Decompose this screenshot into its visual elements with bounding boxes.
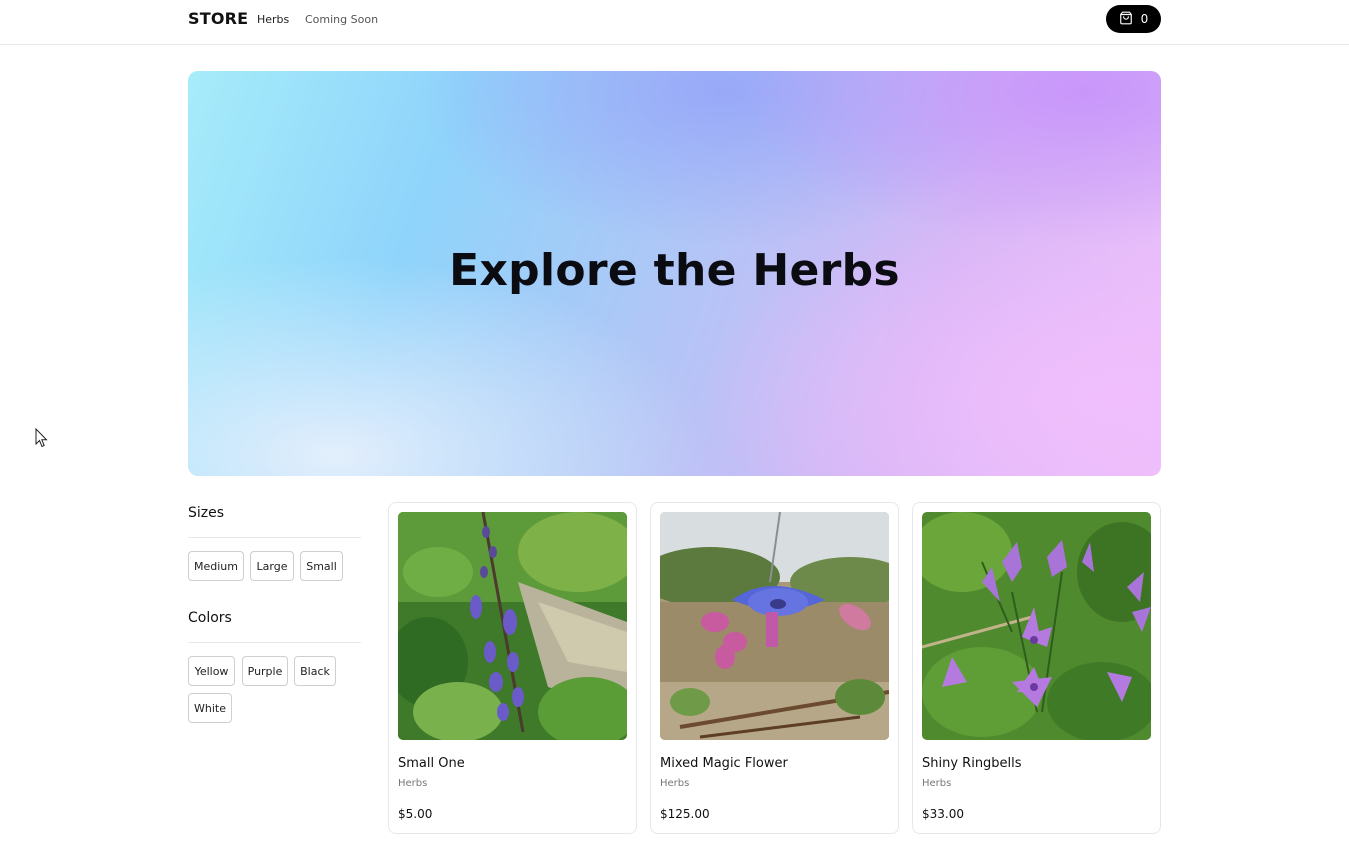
cart-button[interactable]: 0 (1106, 5, 1161, 33)
product-name[interactable]: Mixed Magic Flower (660, 756, 788, 771)
top-navbar: STORE Herbs Coming Soon 0 (0, 0, 1349, 45)
color-chip-black[interactable]: Black (294, 656, 336, 686)
colors-filter-title: Colors (188, 610, 232, 626)
product-price: $5.00 (398, 807, 433, 821)
product-price: $125.00 (660, 807, 710, 821)
store-logo[interactable]: STORE (188, 9, 248, 28)
sizes-filter-title: Sizes (188, 505, 225, 521)
product-card[interactable]: Mixed Magic Flower Herbs $125.00 (650, 502, 899, 834)
product-card[interactable]: Shiny Ringbells Herbs $33.00 (912, 502, 1161, 834)
colors-divider (188, 642, 361, 643)
sizes-divider (188, 537, 361, 538)
product-card[interactable]: Small One Herbs $5.00 (388, 502, 637, 834)
size-chip-medium[interactable]: Medium (188, 551, 244, 581)
size-chip-large[interactable]: Large (250, 551, 294, 581)
size-chip-small[interactable]: Small (300, 551, 343, 581)
product-image[interactable] (398, 512, 627, 740)
hero-banner: Explore the Herbs (188, 71, 1161, 476)
shopping-bag-icon (1119, 11, 1133, 28)
hero-title: Explore the Herbs (449, 245, 900, 296)
product-category: Herbs (922, 778, 952, 789)
product-name[interactable]: Shiny Ringbells (922, 756, 1022, 771)
mouse-pointer-icon (35, 427, 49, 448)
product-image[interactable] (660, 512, 889, 740)
color-chip-white[interactable]: White (188, 693, 232, 723)
product-name[interactable]: Small One (398, 756, 465, 771)
cart-count: 0 (1140, 12, 1149, 26)
product-category: Herbs (398, 778, 428, 789)
product-price: $33.00 (922, 807, 964, 821)
color-chip-purple[interactable]: Purple (242, 656, 288, 686)
product-image[interactable] (922, 512, 1151, 740)
product-category: Herbs (660, 778, 690, 789)
nav-link-herbs[interactable]: Herbs (257, 13, 289, 26)
color-chip-yellow[interactable]: Yellow (188, 656, 235, 686)
nav-link-coming-soon[interactable]: Coming Soon (305, 13, 378, 26)
